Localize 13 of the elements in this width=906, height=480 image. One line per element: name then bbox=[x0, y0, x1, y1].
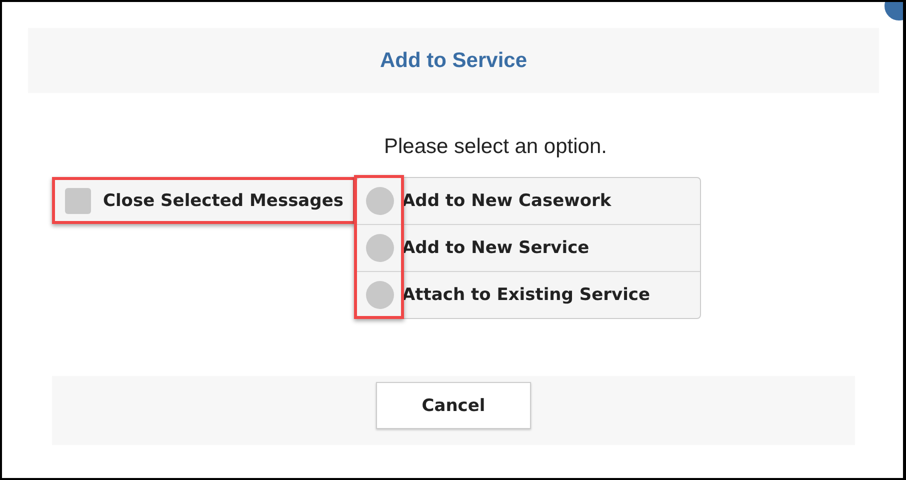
cancel-button[interactable]: Cancel bbox=[376, 382, 531, 429]
radio-button[interactable] bbox=[366, 281, 394, 309]
radio-button[interactable] bbox=[366, 234, 394, 262]
option-item[interactable]: Add to New Casework bbox=[357, 178, 700, 224]
option-label: Add to New Casework bbox=[402, 191, 612, 211]
option-label: Add to New Service bbox=[402, 238, 590, 258]
option-label: Attach to Existing Service bbox=[402, 285, 650, 305]
prompt-text: Please select an option. bbox=[384, 135, 608, 159]
close-messages-checkbox[interactable]: Close Selected Messages bbox=[52, 177, 356, 224]
option-item[interactable]: Attach to Existing Service bbox=[357, 271, 700, 318]
dialog-title: Add to Service bbox=[380, 48, 528, 72]
option-item[interactable]: Add to New Service bbox=[357, 224, 700, 271]
radio-button[interactable] bbox=[366, 187, 394, 215]
